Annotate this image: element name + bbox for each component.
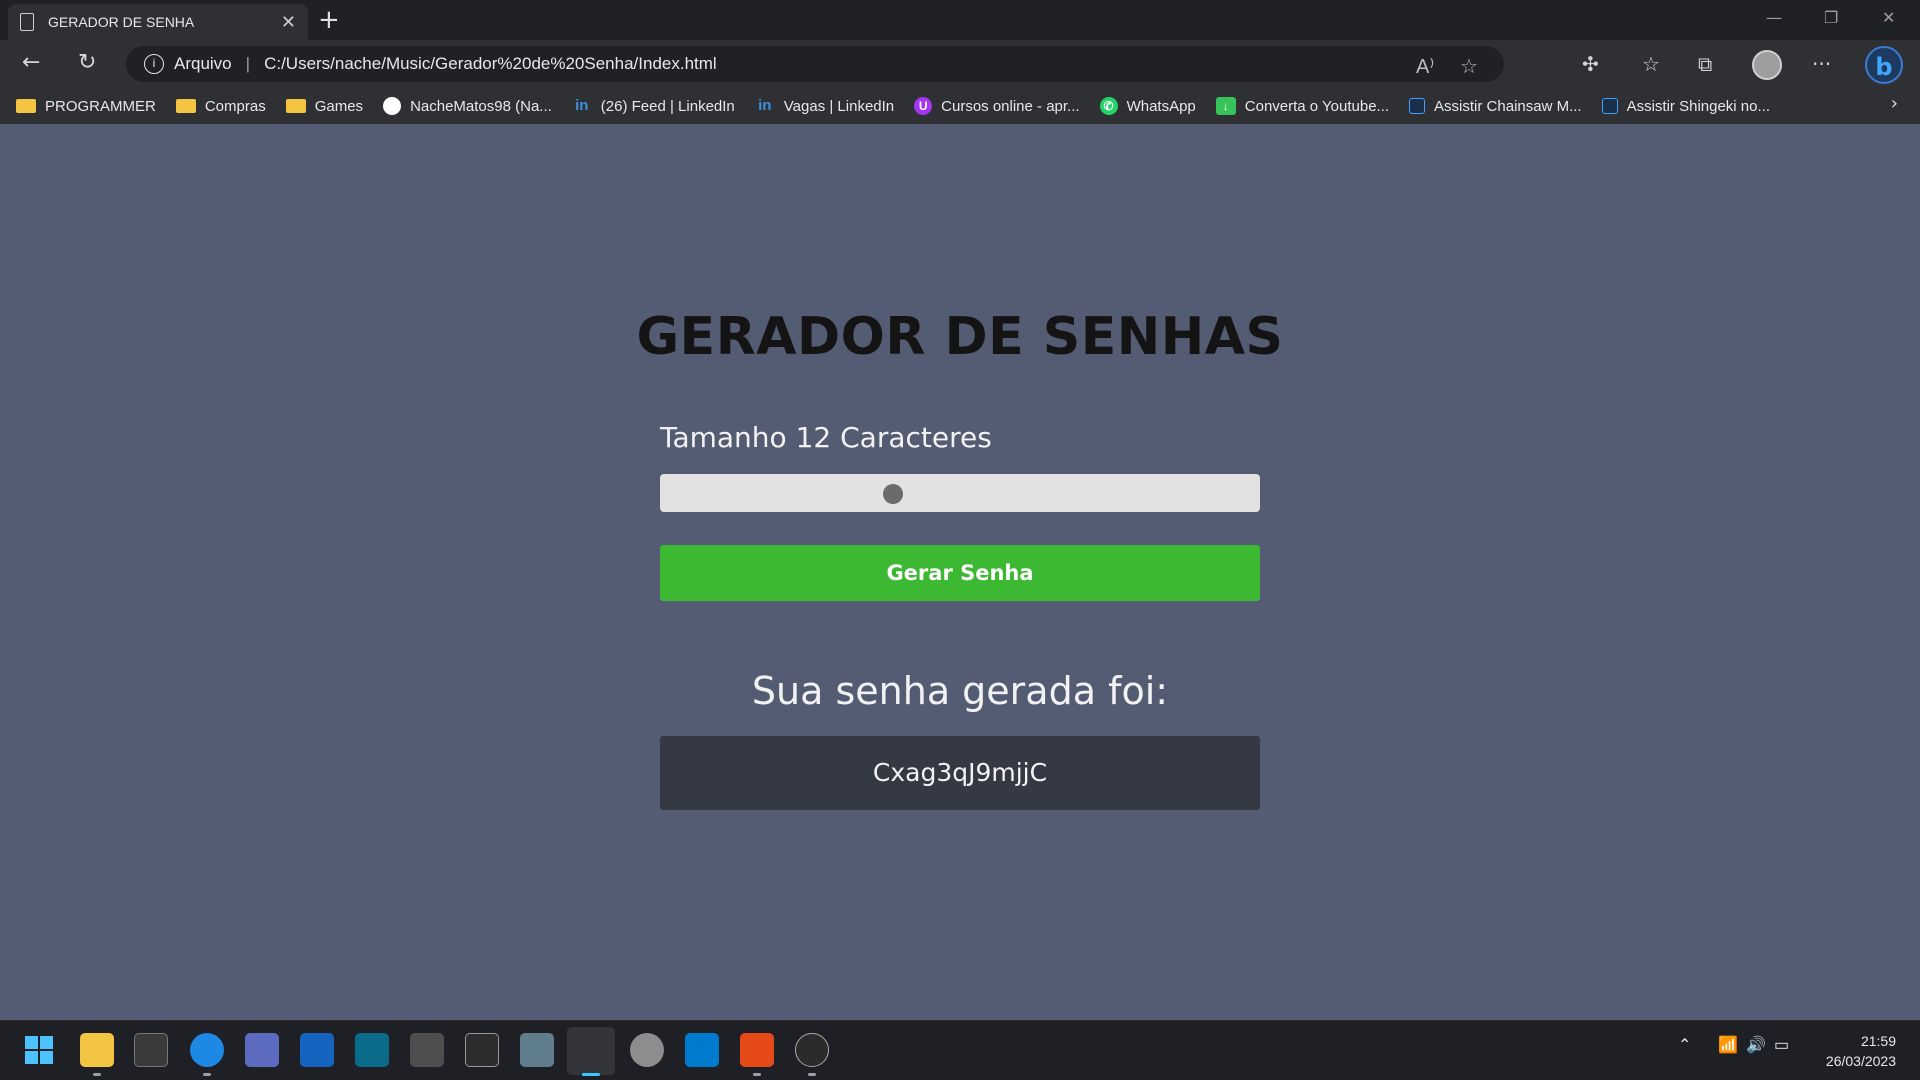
browser-titlebar: GERADOR DE SENHA ✕ + — ❐ ✕ <box>0 0 1920 40</box>
bookmark-linkedin-feed[interactable]: in (26) Feed | LinkedIn <box>572 97 735 115</box>
udemy-icon: U <box>914 97 933 115</box>
folder-icon <box>285 99 306 113</box>
taskbar-indicator <box>203 1073 211 1076</box>
linkedin-icon: in <box>758 97 772 114</box>
inkscape-icon[interactable] <box>465 1033 499 1067</box>
taskbar-indicator <box>93 1073 101 1076</box>
git-icon[interactable] <box>740 1033 774 1067</box>
folder-icon <box>175 99 196 113</box>
taskbar-indicator <box>582 1073 600 1076</box>
reload-icon[interactable]: ↻ <box>78 50 96 76</box>
collections-icon[interactable]: ⧉ <box>1698 50 1712 78</box>
wifi-icon[interactable]: 📶 <box>1718 1035 1738 1055</box>
anime-icon <box>1409 98 1426 114</box>
volume-icon[interactable]: 🔊 <box>1746 1035 1766 1055</box>
terminal-icon[interactable] <box>134 1033 168 1067</box>
obs-icon[interactable] <box>795 1033 829 1067</box>
browser-toolbar: ← ↻ i Arquivo | C:/Users/nache/Music/Ger… <box>0 40 1920 116</box>
result-label: Sua senha gerada foi: <box>751 669 1169 713</box>
add-favorite-icon[interactable]: ☆ <box>1460 54 1478 79</box>
address-separator: | <box>245 54 251 73</box>
ide-icon[interactable] <box>355 1033 389 1067</box>
read-aloud-icon[interactable]: A⁾ <box>1416 54 1434 79</box>
bookmarks-bar: PROGRAMMER Compras Games NacheMatos98 (N… <box>0 88 1920 124</box>
size-label: Tamanho 12 Caracteres <box>660 421 992 454</box>
favorites-icon[interactable]: ☆ <box>1642 50 1660 78</box>
clock-date: 26/03/2023 <box>1825 1053 1896 1069</box>
taskbar-indicator <box>808 1073 816 1076</box>
chevron-up-icon[interactable]: ⌃ <box>1678 1035 1691 1055</box>
windows-start-icon[interactable] <box>22 1033 56 1067</box>
whatsapp-icon: ✆ <box>1099 97 1118 115</box>
download-icon: ↓ <box>1215 97 1236 115</box>
taskbar-indicator <box>753 1073 761 1076</box>
bing-icon[interactable]: b <box>1865 46 1903 84</box>
tab-close-icon[interactable]: ✕ <box>281 12 296 33</box>
bookmark-compras[interactable]: Compras <box>175 98 266 115</box>
generate-password-button[interactable]: Gerar Senha <box>660 545 1260 601</box>
bookmark-whatsapp[interactable]: ✆ WhatsApp <box>1099 97 1196 115</box>
address-bar[interactable]: i Arquivo | C:/Users/nache/Music/Gerador… <box>126 46 1504 82</box>
tab-title: GERADOR DE SENHA <box>48 14 195 30</box>
game-app-icon[interactable] <box>410 1033 444 1067</box>
length-slider[interactable] <box>660 474 1260 512</box>
bookmark-games[interactable]: Games <box>285 98 363 115</box>
address-security-label: Arquivo <box>174 54 232 73</box>
bookmark-chainsaw[interactable]: Assistir Chainsaw M... <box>1409 98 1582 115</box>
page-title: GERADOR DE SENHAS <box>636 307 1284 367</box>
github-icon <box>383 97 402 115</box>
bookmark-linkedin-jobs[interactable]: in Vagas | LinkedIn <box>755 97 894 115</box>
anime-icon <box>1601 98 1618 114</box>
generated-password[interactable]: Cxag3qJ9mjjC <box>660 736 1260 810</box>
page-icon <box>20 13 34 31</box>
address-url[interactable]: C:/Users/nache/Music/Gerador%20de%20Senh… <box>264 54 717 74</box>
minimize-icon[interactable]: — <box>1766 8 1782 27</box>
taskbar: ⌃ 📶 🔊 ▭ 21:59 26/03/2023 <box>0 1020 1920 1080</box>
bookmark-shingeki[interactable]: Assistir Shingeki no... <box>1601 98 1770 115</box>
profile-avatar[interactable] <box>1752 50 1782 80</box>
browser-tab[interactable]: GERADOR DE SENHA ✕ <box>8 4 308 40</box>
bookmark-udemy[interactable]: U Cursos online - apr... <box>914 97 1080 115</box>
clock[interactable]: 21:59 26/03/2023 <box>1826 1031 1896 1071</box>
vscode-icon[interactable] <box>685 1033 719 1067</box>
more-options-icon[interactable]: ··· <box>1812 50 1831 78</box>
file-explorer-icon[interactable] <box>80 1033 114 1067</box>
snipping-tool-icon[interactable] <box>567 1027 615 1075</box>
bookmark-github[interactable]: NacheMatos98 (Na... <box>383 97 552 115</box>
clock-time: 21:59 <box>1860 1033 1896 1049</box>
page-content: GERADOR DE SENHAS Tamanho 12 Caracteres … <box>0 124 1920 1020</box>
close-window-icon[interactable]: ✕ <box>1882 8 1895 27</box>
info-icon[interactable]: i <box>144 54 164 74</box>
dev-tool-icon[interactable] <box>300 1033 334 1067</box>
battery-icon[interactable]: ▭ <box>1774 1035 1789 1055</box>
new-tab-button[interactable]: + <box>318 6 340 34</box>
monitor-app-icon[interactable] <box>245 1033 279 1067</box>
bookmark-youtube-converter[interactable]: ↓ Converta o Youtube... <box>1215 97 1389 115</box>
restore-icon[interactable]: ❐ <box>1824 8 1838 27</box>
database-icon[interactable] <box>630 1033 664 1067</box>
slider-thumb[interactable] <box>883 484 903 504</box>
folder-icon <box>16 99 36 113</box>
linkedin-icon: in <box>575 97 589 114</box>
chevron-right-icon[interactable]: › <box>1891 93 1898 114</box>
bookmark-programmer[interactable]: PROGRAMMER <box>16 98 156 115</box>
extensions-icon[interactable]: ✣ <box>1582 50 1599 78</box>
edge-browser-icon[interactable] <box>190 1033 224 1067</box>
back-icon[interactable]: ← <box>22 50 40 76</box>
calculator-icon[interactable] <box>520 1033 554 1067</box>
